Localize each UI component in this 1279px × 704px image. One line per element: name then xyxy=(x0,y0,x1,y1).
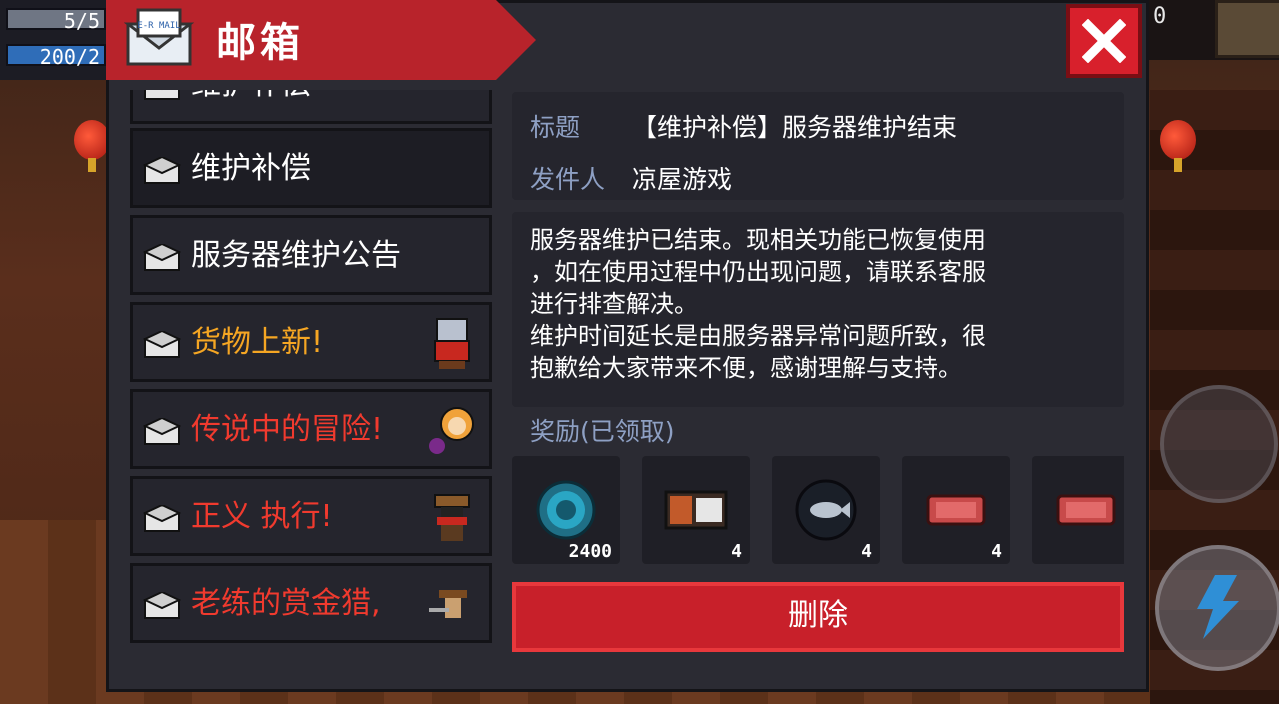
reward-quantity: ( xyxy=(1121,541,1124,562)
mail-subject: 老练的赏金猎, xyxy=(191,586,381,621)
reward-quantity: 2400 xyxy=(568,541,612,562)
reward-quantity: 4 xyxy=(861,541,872,562)
reward-slot[interactable]: 4 xyxy=(902,456,1010,564)
mail-list[interactable]: 维护补偿维护补偿服务器维护公告货物上新!传说中的冒险!正义 执行!老练的赏金猎, xyxy=(126,90,496,650)
lantern-icon xyxy=(74,120,110,172)
mail-detail-header: 标题 【维护补偿】服务器维护结束 发件人 凉屋游戏 xyxy=(512,92,1124,200)
delete-button[interactable]: 删除 xyxy=(512,582,1124,652)
reward-slot[interactable]: 4 xyxy=(642,456,750,564)
pause-button[interactable] xyxy=(1215,0,1279,58)
mailbox-envelope-icon: E-R MAIL xyxy=(124,8,194,66)
mail-list-item[interactable]: 正义 执行! xyxy=(130,476,492,556)
envelope-icon xyxy=(142,242,182,276)
merchant-icon xyxy=(427,315,477,371)
close-icon xyxy=(1082,19,1126,63)
reward-slot[interactable]: 4 xyxy=(772,456,880,564)
sender-label: 发件人 xyxy=(530,165,606,194)
mailbox-header: E-R MAIL 邮箱 xyxy=(106,0,536,80)
mail-subject: 维护补偿 xyxy=(191,151,311,186)
reward-list[interactable]: 2400 4 4 4 ( xyxy=(512,456,1124,568)
mail-list-item[interactable]: 维护补偿 xyxy=(130,128,492,208)
envelope-icon xyxy=(142,590,182,624)
mail-list-item[interactable]: 货物上新! xyxy=(130,302,492,382)
sender-name: 凉屋游戏 xyxy=(632,165,733,194)
lantern-icon xyxy=(1160,120,1196,172)
energy-bar: 200/2 xyxy=(6,44,106,68)
bounty-hunter-icon xyxy=(427,576,477,632)
reward-title: 奖励(已领取) xyxy=(530,417,675,446)
weapon-button[interactable] xyxy=(1160,385,1278,503)
mail-icon-caption: E-R MAIL xyxy=(137,21,180,31)
mail-body-text: 服务器维护已结束。现相关功能已恢复使用 ，如在使用过程中仍出现问题，请联系客服 … xyxy=(530,226,986,382)
close-button[interactable] xyxy=(1066,4,1142,78)
reward-quantity: 4 xyxy=(991,541,1002,562)
reward-quantity: 4 xyxy=(731,541,742,562)
mail-subject: 正义 执行! xyxy=(191,499,333,534)
envelope-icon xyxy=(142,503,182,537)
mail-list-item[interactable]: 传说中的冒险! xyxy=(130,389,492,469)
mail-title: 【维护补偿】服务器维护结束 xyxy=(632,113,958,142)
mail-subject: 传说中的冒险! xyxy=(191,412,384,447)
mail-body-box: 服务器维护已结束。现相关功能已恢复使用 ，如在使用过程中仍出现问题，请联系客服 … xyxy=(512,212,1124,407)
envelope-icon xyxy=(142,416,182,450)
envelope-icon xyxy=(142,155,182,189)
mailbox-title: 邮箱 xyxy=(216,20,304,66)
lightning-icon xyxy=(1197,575,1239,639)
mail-list-item[interactable]: 老练的赏金猎, xyxy=(130,563,492,643)
mail-list-item[interactable]: 服务器维护公告 xyxy=(130,215,492,295)
coin-counter: 0 xyxy=(1153,4,1167,29)
armor-bar: 5/5 xyxy=(6,8,106,32)
envelope-icon xyxy=(143,90,181,105)
mail-subject: 货物上新! xyxy=(191,325,324,360)
reward-slot[interactable]: 2400 xyxy=(512,456,620,564)
reward-slot[interactable]: ( xyxy=(1032,456,1124,564)
mail-subject: 服务器维护公告 xyxy=(191,238,401,273)
mail-subject: 维护补偿 xyxy=(191,90,311,105)
player-stats-hud: 5/5 200/2 xyxy=(0,0,110,80)
skill-button[interactable] xyxy=(1155,545,1279,671)
hero-girl-icon xyxy=(427,402,477,458)
envelope-icon xyxy=(142,329,182,363)
mail-list-item[interactable]: 维护补偿 xyxy=(130,90,492,124)
bandit-icon xyxy=(427,489,477,545)
top-right-hud: 0 xyxy=(1145,0,1279,60)
title-label: 标题 xyxy=(530,113,581,142)
